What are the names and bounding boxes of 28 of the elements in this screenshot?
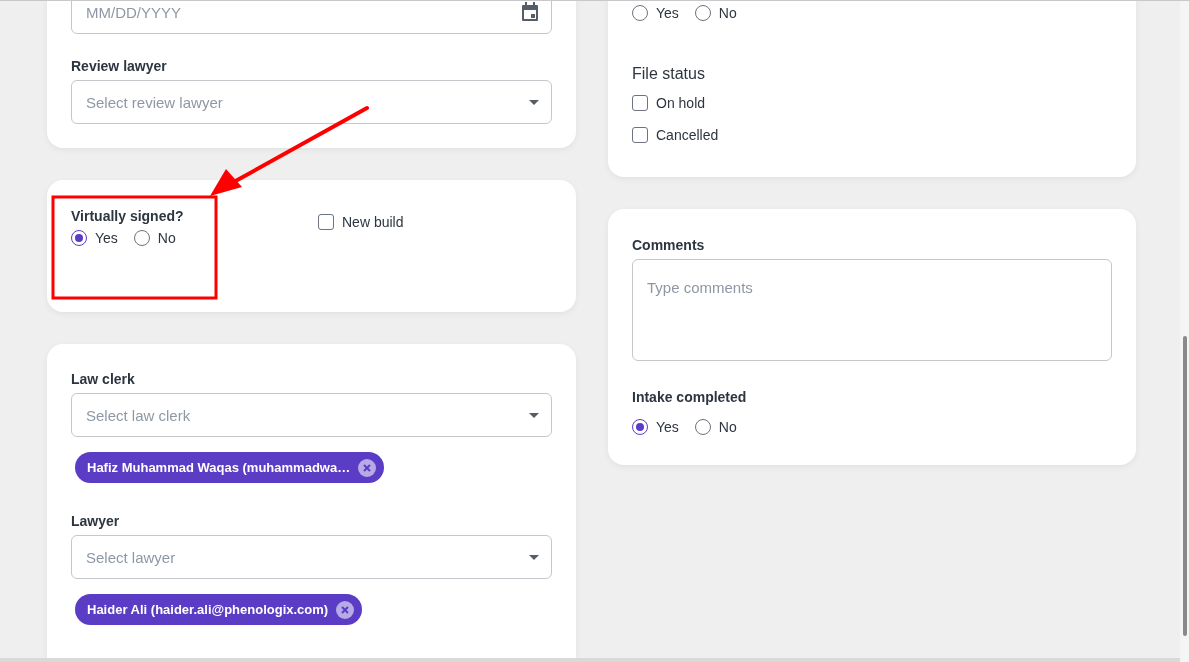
radio-option[interactable]: Yes bbox=[632, 419, 679, 435]
field-label: Lawyer bbox=[71, 513, 121, 529]
radio-option[interactable]: Yes bbox=[71, 230, 118, 246]
field-label: Law clerk bbox=[71, 371, 136, 387]
section-title: File status bbox=[632, 65, 706, 83]
radio-option[interactable]: No bbox=[694, 5, 737, 21]
caret-icon bbox=[529, 554, 539, 560]
radio-option[interactable]: No bbox=[694, 419, 737, 435]
field-label: Virtually signed? bbox=[71, 208, 185, 224]
calendar-icon bbox=[521, 2, 539, 22]
checkbox[interactable] bbox=[632, 127, 648, 143]
selected-chip[interactable]: Haider Ali (haider.ali@phenologix.com) bbox=[75, 594, 363, 625]
field-label: Review lawyer bbox=[71, 58, 168, 74]
field-label: Intake completed bbox=[632, 389, 748, 405]
field-label: Comments bbox=[632, 237, 706, 253]
checkbox-option[interactable]: New build bbox=[318, 214, 552, 230]
checkbox-option[interactable]: Cancelled bbox=[632, 127, 1112, 143]
checkbox-option[interactable]: On hold bbox=[632, 95, 1112, 111]
scrollbar-thumb[interactable] bbox=[1183, 336, 1187, 636]
remove-icon[interactable] bbox=[336, 600, 355, 619]
radio-option[interactable]: Yes bbox=[632, 5, 679, 21]
checkbox[interactable] bbox=[318, 214, 334, 230]
selected-chip[interactable]: Hafiz Muhammad Waqas (muhammadwa… bbox=[75, 452, 385, 483]
checkbox[interactable] bbox=[632, 95, 648, 111]
caret-icon bbox=[529, 412, 539, 418]
radio-option[interactable]: No bbox=[133, 230, 176, 246]
caret-icon bbox=[529, 99, 539, 105]
remove-icon[interactable] bbox=[358, 458, 377, 477]
